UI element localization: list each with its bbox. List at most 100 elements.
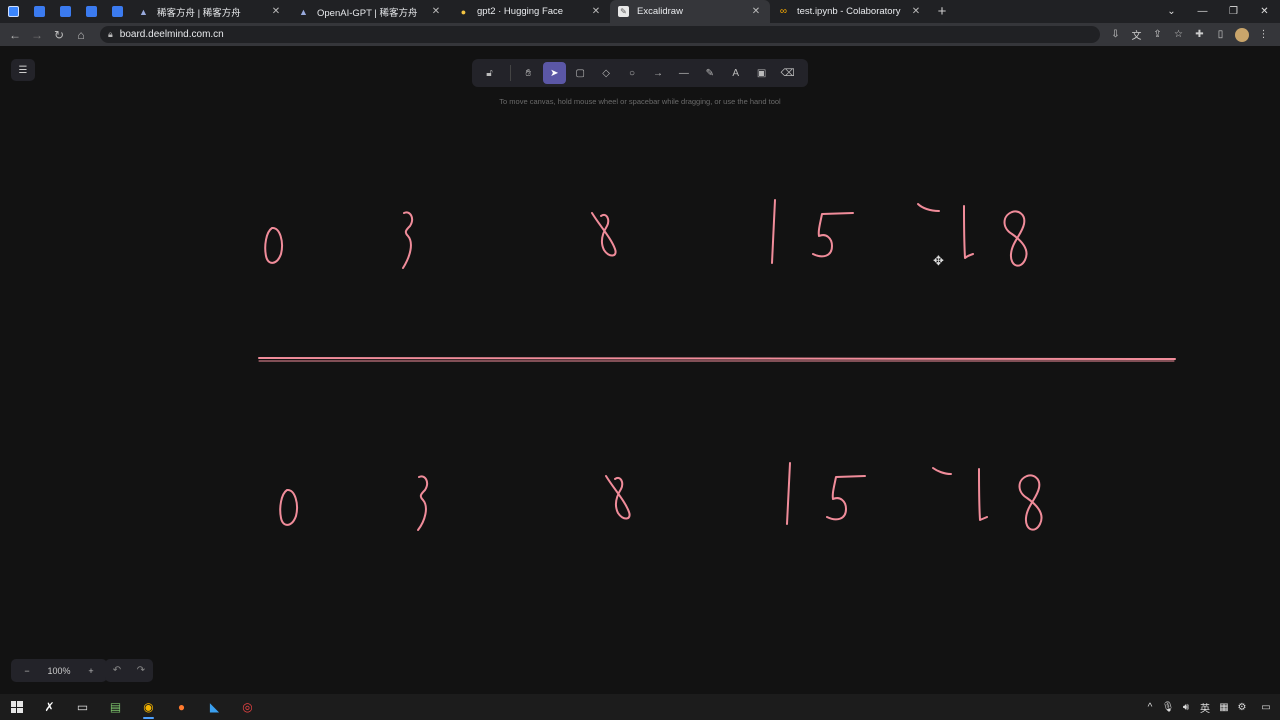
excalidraw-canvas[interactable]: ☰ 🔓︎ ✋︎ ➤ ▢ ◇ ○ → — ✎ A ▣ ⌫ To move canv… <box>0 46 1280 694</box>
move-cursor-icon: ✥ <box>933 253 944 268</box>
input-language-indicator[interactable]: 英 <box>1196 700 1214 715</box>
lock-icon[interactable]: 🔒︎ <box>108 29 113 40</box>
toolbar-actions: ⇩ 文 ⇪ ☆ ✚ ▯ ⋮ <box>1105 23 1274 46</box>
doc-icon <box>85 6 97 17</box>
back-button[interactable]: ← <box>4 28 26 42</box>
undo-redo-controls: ↶ ↷ <box>105 659 153 682</box>
doc-icon <box>111 6 123 17</box>
taskbar-app-firefox[interactable]: ● <box>165 694 198 720</box>
close-icon[interactable]: ✕ <box>270 6 282 17</box>
address-bar[interactable]: 🔒︎ board.deelmind.com.cn <box>100 26 1100 43</box>
stroke-digit-1b-top <box>963 205 974 259</box>
system-tray: ^ 🎙︎ 🔊︎ 英 ▦ ⚙︎ ▭ <box>1140 694 1274 720</box>
volume-icon[interactable]: 🔊︎ <box>1178 702 1194 713</box>
stroke-digit-1b-bottom <box>978 468 988 521</box>
install-app-icon[interactable]: ⇩ <box>1105 29 1126 40</box>
extensions-icon[interactable]: ✚ <box>1189 29 1210 40</box>
forward-button[interactable]: → <box>26 28 48 42</box>
pinned-tab-2[interactable] <box>26 0 52 23</box>
doc-icon <box>59 6 71 17</box>
new-tab-button[interactable]: + <box>930 3 954 20</box>
chevron-up-icon[interactable]: ^ <box>1142 702 1158 713</box>
stroke-digit-8-bottom <box>605 475 631 520</box>
chrome-icon: ◉ <box>143 700 154 714</box>
tab-openai-gpt[interactable]: ▲ OpenAI-GPT | 稀客方舟 ✕ <box>290 0 450 23</box>
close-window-button[interactable]: ✕ <box>1249 6 1280 17</box>
windows-logo-icon <box>10 701 23 713</box>
side-panel-icon[interactable]: ▯ <box>1210 29 1231 40</box>
tab-title: test.ipynb - Colaboratory <box>797 6 901 17</box>
firefox-icon: ● <box>177 700 186 714</box>
pinned-tab-4[interactable] <box>78 0 104 23</box>
zoom-reset-button[interactable]: 100% <box>43 666 75 676</box>
taskbar-app-terminal[interactable]: ▭ <box>66 694 99 720</box>
taskbar-app-vscode[interactable]: ◣ <box>198 694 231 720</box>
tab-strip: ▲ 稀客方舟 | 稀客方舟 ✕ ▲ OpenAI-GPT | 稀客方舟 ✕ ● … <box>0 0 1280 23</box>
tab-title: Excalidraw <box>637 6 683 17</box>
notification-icon[interactable]: ▭ <box>1258 702 1274 713</box>
stroke-digit-0-top <box>264 227 283 264</box>
stroke-digit-5-bottom <box>826 475 866 521</box>
tab-title: OpenAI-GPT | 稀客方舟 <box>317 7 418 19</box>
window-controls: ⌄ — ❐ ✕ <box>1156 0 1280 23</box>
tab-xike-1[interactable]: ▲ 稀客方舟 | 稀客方舟 ✕ <box>130 0 290 23</box>
home-button[interactable]: ⌂ <box>70 28 92 42</box>
tab-excalidraw[interactable]: ✎ Excalidraw ✕ <box>610 0 770 23</box>
close-icon[interactable]: ✕ <box>430 6 442 17</box>
reload-button[interactable]: ↻ <box>48 28 70 42</box>
hugging-face-icon: ● <box>460 6 467 17</box>
triangle-logo-icon: ▲ <box>299 6 308 17</box>
excalidraw-icon: ✎ <box>618 6 629 17</box>
tab-colab[interactable]: ∞ test.ipynb - Colaboratory ✕ <box>770 0 930 23</box>
colab-icon: ∞ <box>779 6 788 17</box>
zoom-out-button[interactable]: − <box>11 666 43 676</box>
redo-icon[interactable]: ↷ <box>129 665 153 676</box>
taskbar-app-chrome[interactable]: ◉ <box>132 694 165 720</box>
tab-hugging-face[interactable]: ● gpt2 · Hugging Face ✕ <box>450 0 610 23</box>
stroke-divider-line <box>258 357 1176 360</box>
zoom-in-button[interactable]: + <box>75 666 107 676</box>
browser-toolbar: ← → ↻ ⌂ 🔒︎ board.deelmind.com.cn ⇩ 文 ⇪ ☆… <box>0 23 1280 46</box>
avatar[interactable] <box>1235 27 1249 42</box>
xshell-icon: ✗ <box>44 700 55 714</box>
translate-icon[interactable]: 文 <box>1126 27 1147 42</box>
pinned-tab-1[interactable] <box>0 0 26 23</box>
share-icon[interactable]: ⇪ <box>1147 29 1168 40</box>
taskbar-app-xshell[interactable]: ✗ <box>33 694 66 720</box>
notepad-icon: ▤ <box>109 700 122 714</box>
settings-icon[interactable]: ⚙︎ <box>1234 702 1250 713</box>
close-icon[interactable]: ✕ <box>590 6 602 17</box>
bookmark-star-icon[interactable]: ☆ <box>1168 29 1189 40</box>
stroke-digit-1-top <box>771 199 776 264</box>
close-icon[interactable]: ✕ <box>910 6 922 17</box>
stroke-dash-top <box>917 203 940 212</box>
triangle-logo-icon: ▲ <box>139 6 148 17</box>
taskbar-app-recorder[interactable]: ◎ <box>231 694 264 720</box>
stroke-digit-8-top <box>591 212 617 257</box>
tab-search-icon[interactable]: ⌄ <box>1156 6 1187 17</box>
minimize-button[interactable]: — <box>1187 6 1218 17</box>
recorder-icon: ◎ <box>242 700 253 714</box>
pinned-tab-5[interactable] <box>104 0 130 23</box>
taskbar-app-notepad[interactable]: ▤ <box>99 694 132 720</box>
start-button[interactable] <box>0 694 33 720</box>
freehand-drawing <box>258 199 1176 531</box>
stroke-dash-bottom <box>932 467 952 475</box>
vscode-icon: ◣ <box>209 700 220 714</box>
stroke-digit-8b-bottom <box>1018 474 1043 531</box>
windows-taskbar: ✗ ▭ ▤ ◉ ● ◣ ◎ ^ 🎙︎ 🔊︎ 英 ▦ ⚙︎ ▭ <box>0 694 1280 720</box>
ime-grid-icon[interactable]: ▦ <box>1216 702 1232 713</box>
microphone-icon[interactable]: 🎙︎ <box>1160 702 1176 713</box>
stroke-digit-3-bottom <box>417 475 429 531</box>
close-icon[interactable]: ✕ <box>750 6 762 17</box>
undo-icon[interactable]: ↶ <box>105 665 129 676</box>
tab-title: 稀客方舟 | 稀客方舟 <box>157 7 241 19</box>
kebab-menu-icon[interactable]: ⋮ <box>1253 29 1274 40</box>
zoom-controls: − 100% + <box>11 659 107 682</box>
doc-icon <box>33 6 45 17</box>
stroke-digit-5-top <box>812 212 854 258</box>
stroke-digit-1-bottom <box>786 462 791 525</box>
stroke-digit-8b-top <box>1003 210 1028 267</box>
restore-button[interactable]: ❐ <box>1218 6 1249 17</box>
pinned-tab-3[interactable] <box>52 0 78 23</box>
